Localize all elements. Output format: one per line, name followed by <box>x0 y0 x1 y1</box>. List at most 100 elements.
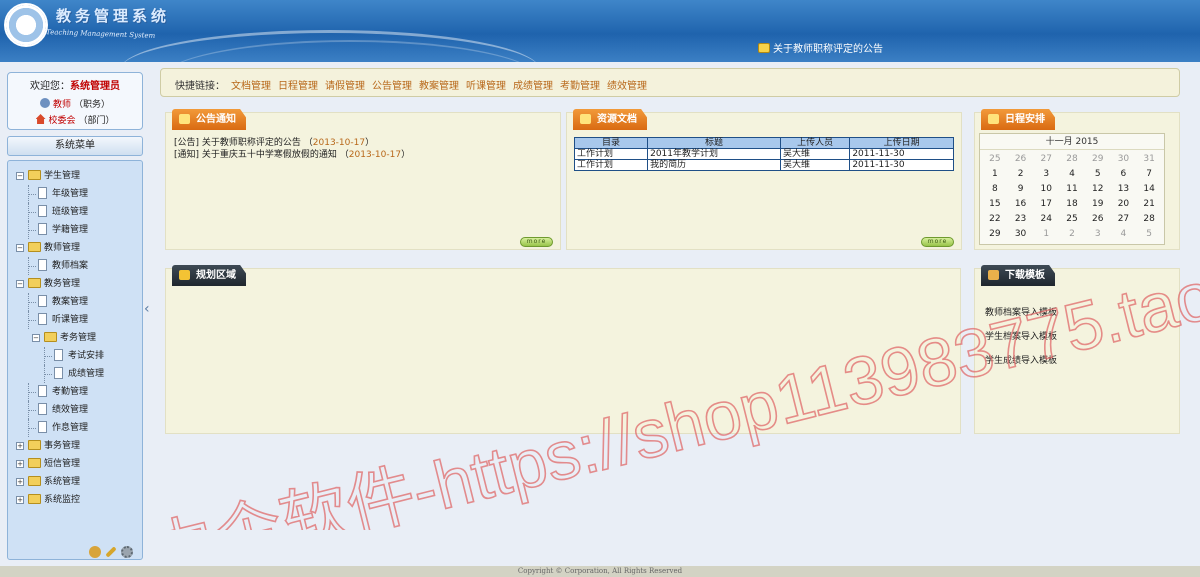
calendar-day[interactable]: 25 <box>982 152 1008 166</box>
calendar-day[interactable]: 30 <box>1008 227 1034 241</box>
tree-label[interactable]: 考试安排 <box>68 347 104 365</box>
quick-link[interactable]: 听课管理 <box>466 81 506 92</box>
calendar-day[interactable]: 1 <box>982 167 1008 181</box>
quick-link[interactable]: 公告管理 <box>372 81 412 92</box>
calendar-day[interactable]: 28 <box>1136 212 1162 226</box>
calendar-day[interactable]: 26 <box>1008 152 1034 166</box>
header-notice-link[interactable]: 关于教师职称评定的公告 <box>758 40 883 55</box>
notice-item-text[interactable]: [公告] 关于教师职称评定的公告 <box>174 138 301 148</box>
tree-label[interactable]: 短信管理 <box>44 455 80 473</box>
calendar-day[interactable]: 23 <box>1008 212 1034 226</box>
calendar-day[interactable]: 11 <box>1059 182 1085 196</box>
calendar-day[interactable]: 7 <box>1136 167 1162 181</box>
tree-label[interactable]: 学生管理 <box>44 167 80 185</box>
tree-item[interactable]: 学籍管理 <box>8 221 142 239</box>
notice-item[interactable]: [通知] 关于重庆五十中学寒假放假的通知 （2013-10-17） <box>174 149 410 161</box>
tree-label[interactable]: 教务管理 <box>44 275 80 293</box>
calendar-day[interactable]: 3 <box>1033 167 1059 181</box>
calendar-day[interactable]: 9 <box>1008 182 1034 196</box>
user-manage-icon[interactable] <box>89 546 101 558</box>
calendar-day[interactable]: 5 <box>1136 227 1162 241</box>
calendar-day[interactable]: 31 <box>1136 152 1162 166</box>
tree-label[interactable]: 成绩管理 <box>68 365 104 383</box>
calendar-day[interactable]: 25 <box>1059 212 1085 226</box>
tree-label[interactable]: 教案管理 <box>52 293 88 311</box>
tree-folder[interactable]: − 考务管理 <box>8 329 142 347</box>
calendar-day[interactable]: 21 <box>1136 197 1162 211</box>
quick-link[interactable]: 文档管理 <box>231 81 271 92</box>
table-row[interactable]: 工作计划 2011年教学计划 吴大维 2011-11-30 <box>573 148 954 160</box>
calendar-day[interactable]: 27 <box>1033 152 1059 166</box>
tree-item[interactable]: 年级管理 <box>8 185 142 203</box>
calendar-day[interactable]: 24 <box>1033 212 1059 226</box>
calendar-day[interactable]: 5 <box>1085 167 1111 181</box>
table-cell[interactable]: 我的简历 <box>647 159 781 171</box>
collapse-toggle-icon[interactable]: − <box>16 244 24 252</box>
tree-item[interactable]: 考勤管理 <box>8 383 142 401</box>
calendar-day[interactable]: 6 <box>1111 167 1137 181</box>
quick-link[interactable]: 日程管理 <box>278 81 318 92</box>
expand-toggle-icon[interactable]: + <box>16 460 24 468</box>
tree-folder[interactable]: − 教务管理 <box>8 275 142 293</box>
collapse-toggle-icon[interactable]: − <box>16 172 24 180</box>
notice-item-text[interactable]: [通知] 关于重庆五十中学寒假放假的通知 <box>174 150 337 160</box>
tree-label[interactable]: 教师管理 <box>44 239 80 257</box>
tree-label[interactable]: 作息管理 <box>52 419 88 437</box>
calendar-day[interactable]: 30 <box>1111 152 1137 166</box>
calendar-day[interactable]: 13 <box>1111 182 1137 196</box>
calendar-day[interactable]: 2 <box>1059 227 1085 241</box>
tree-item[interactable]: 考试安排 <box>8 347 142 365</box>
sidebar-collapse-handle[interactable]: ‹ <box>144 296 151 322</box>
tree-item[interactable]: 成绩管理 <box>8 365 142 383</box>
tree-folder[interactable]: + 系统监控 <box>8 491 142 509</box>
calendar-day[interactable]: 28 <box>1059 152 1085 166</box>
gear-icon[interactable] <box>121 546 133 558</box>
expand-toggle-icon[interactable]: + <box>16 496 24 504</box>
tree-item[interactable]: 作息管理 <box>8 419 142 437</box>
key-icon[interactable] <box>105 546 117 558</box>
calendar-day[interactable]: 19 <box>1085 197 1111 211</box>
tree-label[interactable]: 系统管理 <box>44 473 80 491</box>
role-name[interactable]: 教师 <box>53 100 71 110</box>
template-link[interactable]: 学生成绩导入模板 <box>985 349 1057 373</box>
calendar-day[interactable]: 4 <box>1111 227 1137 241</box>
quick-link[interactable]: 请假管理 <box>325 81 365 92</box>
calendar-day[interactable]: 18 <box>1059 197 1085 211</box>
docs-more-button[interactable]: more <box>921 237 954 247</box>
calendar-day[interactable]: 10 <box>1033 182 1059 196</box>
tree-folder[interactable]: + 事务管理 <box>8 437 142 455</box>
tree-item[interactable]: 教师档案 <box>8 257 142 275</box>
calendar-day[interactable]: 2 <box>1008 167 1034 181</box>
tree-label[interactable]: 班级管理 <box>52 203 88 221</box>
tree-label[interactable]: 系统监控 <box>44 491 80 509</box>
calendar-day[interactable]: 17 <box>1033 197 1059 211</box>
tree-label[interactable]: 事务管理 <box>44 437 80 455</box>
calendar-day[interactable]: 20 <box>1111 197 1137 211</box>
calendar-day[interactable]: 4 <box>1059 167 1085 181</box>
tree-label[interactable]: 考务管理 <box>60 329 96 347</box>
collapse-toggle-icon[interactable]: − <box>16 280 24 288</box>
tree-folder[interactable]: + 短信管理 <box>8 455 142 473</box>
calendar-day[interactable]: 15 <box>982 197 1008 211</box>
tree-folder[interactable]: − 学生管理 <box>8 167 142 185</box>
template-link[interactable]: 学生档案导入模板 <box>985 325 1057 349</box>
tree-item[interactable]: 班级管理 <box>8 203 142 221</box>
tree-item[interactable]: 教案管理 <box>8 293 142 311</box>
tree-label[interactable]: 教师档案 <box>52 257 88 275</box>
quick-link[interactable]: 成绩管理 <box>513 81 553 92</box>
calendar-day[interactable]: 29 <box>982 227 1008 241</box>
calendar-day[interactable]: 3 <box>1085 227 1111 241</box>
quick-link[interactable]: 考勤管理 <box>560 81 600 92</box>
calendar-day[interactable]: 22 <box>982 212 1008 226</box>
table-cell[interactable]: 2011年教学计划 <box>647 148 781 160</box>
expand-toggle-icon[interactable]: + <box>16 442 24 450</box>
collapse-toggle-icon[interactable]: − <box>32 334 40 342</box>
header-notice-text[interactable]: 关于教师职称评定的公告 <box>773 44 883 55</box>
notice-more-button[interactable]: more <box>520 237 553 247</box>
expand-toggle-icon[interactable]: + <box>16 478 24 486</box>
tree-label[interactable]: 学籍管理 <box>52 221 88 239</box>
quick-link[interactable]: 绩效管理 <box>607 81 647 92</box>
notice-item[interactable]: [公告] 关于教师职称评定的公告 （2013-10-17） <box>174 137 410 149</box>
calendar-day[interactable]: 16 <box>1008 197 1034 211</box>
calendar-day[interactable]: 26 <box>1085 212 1111 226</box>
